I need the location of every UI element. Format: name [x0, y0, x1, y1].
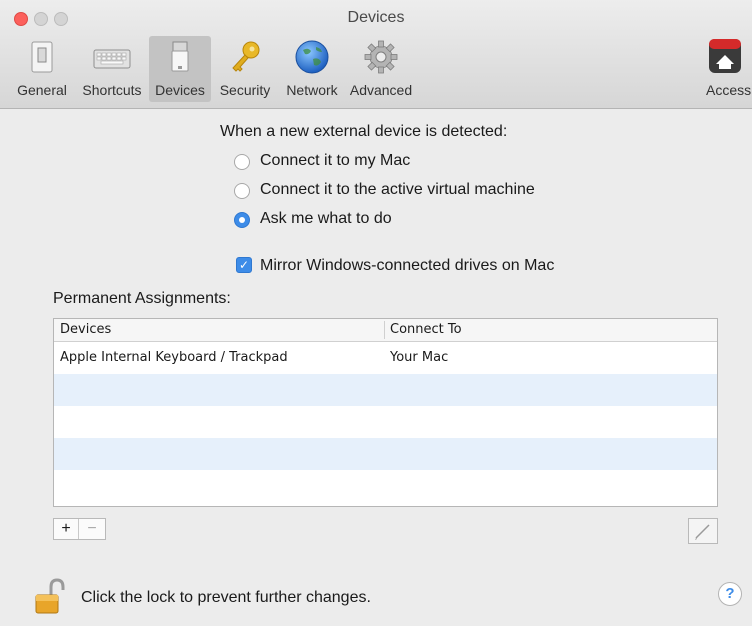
connect-to-cell: Your Mac — [390, 350, 449, 365]
toolbar-advanced[interactable]: Advanced — [346, 36, 416, 102]
table-row[interactable]: Apple Internal Keyboard / Trackpad Your … — [54, 342, 717, 374]
toolbar-network-label: Network — [286, 82, 338, 98]
key-icon — [232, 41, 260, 72]
table-row-empty — [54, 374, 717, 406]
toolbar-advanced-label: Advanced — [349, 82, 413, 98]
table-header: Devices Connect To — [54, 319, 717, 342]
lock-message: Click the lock to prevent further change… — [81, 589, 371, 606]
radio-ask-me-label[interactable]: Ask me what to do — [260, 210, 392, 228]
toolbar-security[interactable]: Security — [214, 36, 276, 102]
toolbar-shortcuts[interactable]: Shortcuts — [76, 36, 148, 102]
assignments-table[interactable]: Devices Connect To Apple Internal Keyboa… — [53, 318, 718, 507]
parallels-access-icon — [709, 39, 741, 73]
toolbar-devices[interactable]: Devices — [149, 36, 211, 102]
table-row-empty — [54, 470, 717, 502]
table-row-empty — [54, 406, 717, 438]
toolbar-security-label: Security — [219, 82, 271, 98]
radio-connect-mac[interactable] — [234, 154, 250, 170]
mirror-drives-checkbox[interactable]: ✓ — [236, 257, 252, 273]
table-row-empty — [54, 438, 717, 470]
column-header-connect-to[interactable]: Connect To — [390, 322, 462, 337]
remove-button[interactable]: − — [80, 519, 104, 539]
column-header-devices[interactable]: Devices — [60, 322, 111, 337]
lock-icon[interactable] — [34, 578, 68, 616]
toolbar-general-label: General — [17, 82, 67, 98]
radio-connect-vm-label[interactable]: Connect it to the active virtual machine — [260, 181, 535, 199]
preferences-window: Devices General Shortcuts Devices Securi… — [0, 0, 752, 626]
toolbar-devices-label: Devices — [155, 82, 205, 98]
device-cell: Apple Internal Keyboard / Trackpad — [60, 350, 288, 365]
permanent-assignments-label: Permanent Assignments: — [53, 290, 231, 307]
toolbar-network[interactable]: Network — [281, 36, 343, 102]
edit-button[interactable] — [688, 518, 718, 544]
toolbar-access[interactable]: Access — [700, 36, 752, 102]
radio-connect-vm[interactable] — [234, 183, 250, 199]
gear-icon — [364, 40, 398, 74]
help-button[interactable]: ? — [718, 582, 742, 606]
window-title: Devices — [347, 9, 405, 26]
radio-connect-mac-label[interactable]: Connect it to my Mac — [260, 152, 410, 170]
keyboard-icon — [93, 49, 131, 69]
globe-icon — [295, 40, 329, 74]
mirror-drives-label[interactable]: Mirror Windows-connected drives on Mac — [260, 257, 554, 275]
toolbar-shortcuts-label: Shortcuts — [82, 82, 142, 98]
toolbar-access-label: Access — [706, 82, 752, 98]
add-button[interactable]: + — [54, 519, 79, 539]
title-bar: Devices General Shortcuts Devices Securi… — [0, 0, 752, 109]
column-divider — [384, 321, 385, 339]
pencil-icon — [695, 524, 710, 540]
toolbar-general[interactable]: General — [16, 36, 68, 102]
usb-device-icon — [171, 41, 189, 72]
detection-heading: When a new external device is detected: — [220, 123, 508, 140]
general-switch-icon — [31, 41, 53, 73]
radio-ask-me[interactable] — [234, 212, 250, 228]
add-remove-control: + − — [53, 518, 106, 540]
